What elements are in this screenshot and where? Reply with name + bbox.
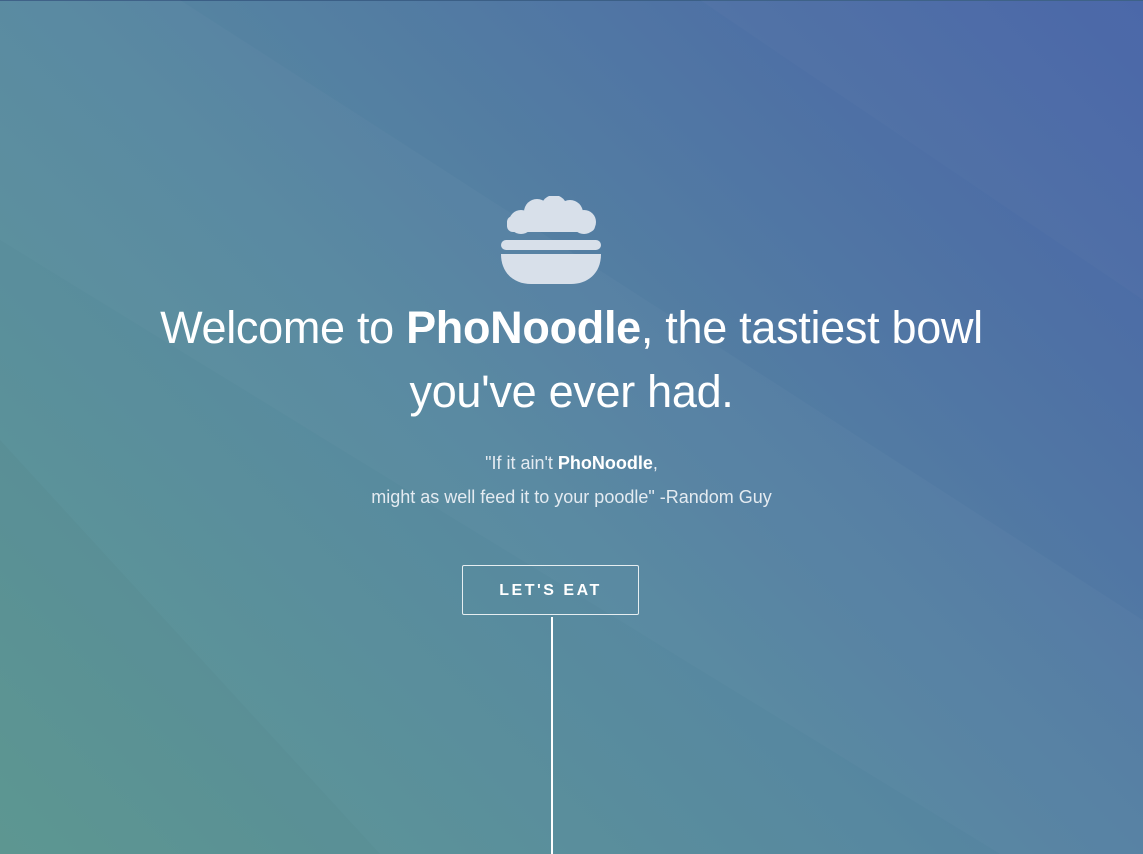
quote-line-2: might as well feed it to your poodle" -R… — [371, 487, 772, 507]
scroll-line-divider — [551, 617, 553, 854]
hero-section: Welcome to PhoNoodle, the tastiest bowl … — [0, 0, 1143, 854]
quote-open: "If it ain't — [485, 453, 558, 473]
lets-eat-button[interactable]: LET'S EAT — [462, 565, 639, 615]
tagline-quote: "If it ain't PhoNoodle, might as well fe… — [200, 446, 943, 514]
headline-prefix: Welcome to — [160, 302, 407, 353]
headline-brand: PhoNoodle — [406, 302, 641, 353]
page-title: Welcome to PhoNoodle, the tastiest bowl … — [150, 296, 993, 424]
noodle-bowl-icon — [499, 195, 603, 288]
quote-brand: PhoNoodle — [557, 453, 653, 473]
quote-comma: , — [652, 453, 658, 473]
